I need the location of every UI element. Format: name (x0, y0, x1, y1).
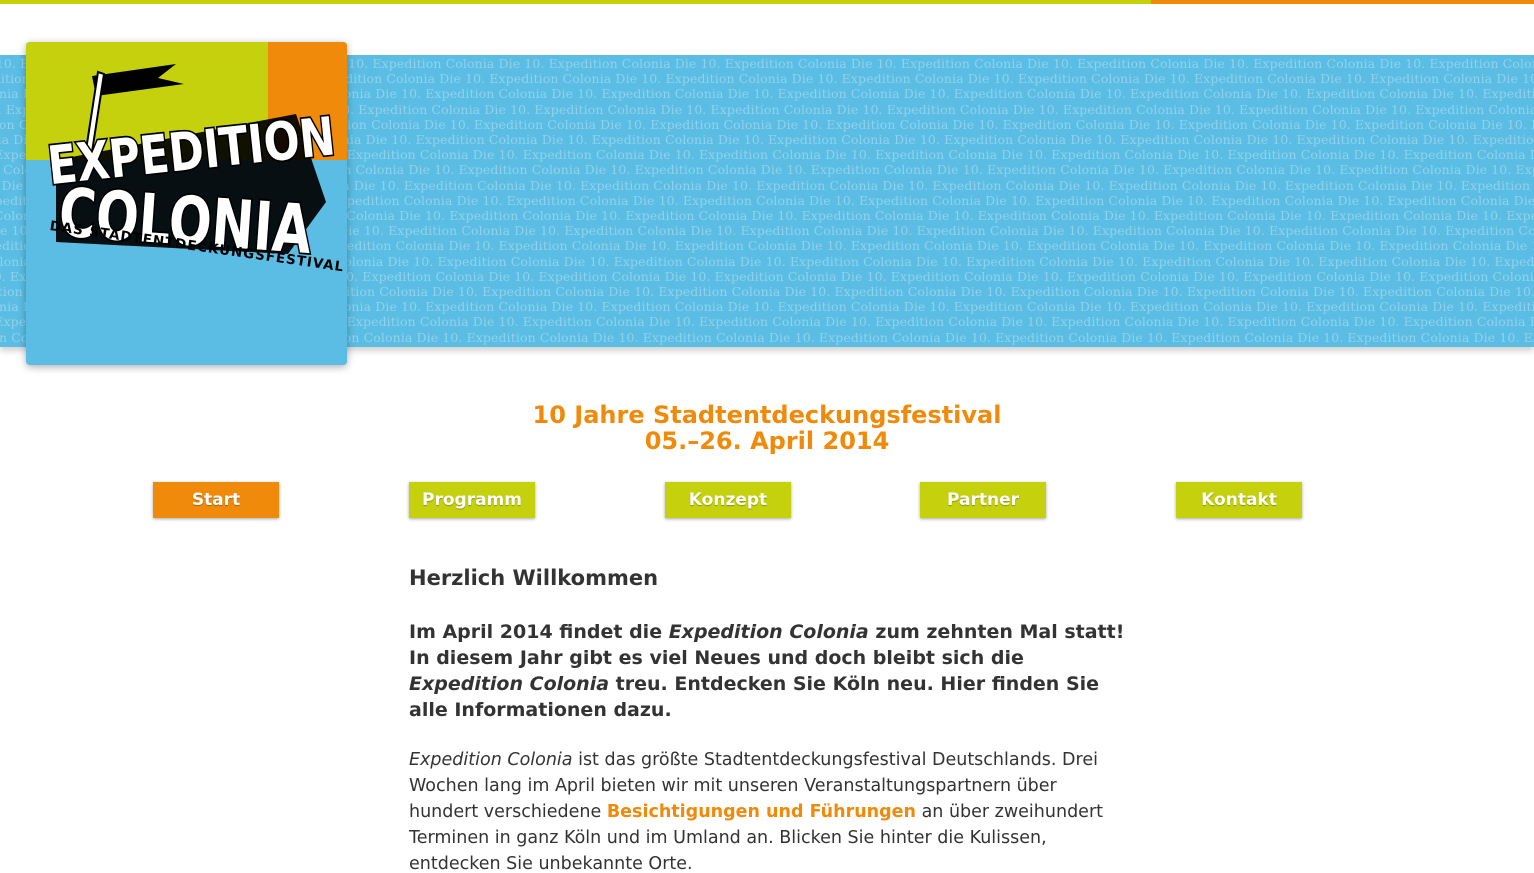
lead-emphasis-2: Expedition Colonia (409, 673, 610, 695)
intro-body: Expedition Colonia ist das größte Stadte… (409, 747, 1129, 873)
lead-emphasis-1: Expedition Colonia (668, 621, 869, 643)
festival-headline: 10 Jahre Stadtentdeckungsfestival 05.–26… (0, 402, 1534, 454)
top-accent-bar (0, 0, 1534, 4)
top-bar-green-segment (0, 0, 1151, 4)
nav-partner[interactable]: Partner (920, 482, 1046, 518)
nav-konzept[interactable]: Konzept (665, 482, 791, 518)
headline-line2: 05.–26. April 2014 (644, 427, 890, 455)
logo-graphic: EXPEDITION COLONIA DAS STADTENTDECKUNGSF… (26, 42, 347, 365)
main-nav: Start Programm Konzept Partner Kontakt (0, 482, 1534, 520)
top-bar-orange-segment (1151, 0, 1534, 4)
headline-line1: 10 Jahre Stadtentdeckungsfestival (532, 401, 1002, 429)
page-title: Herzlich Willkommen (409, 566, 659, 590)
lead-text-1: Im April 2014 findet die (409, 621, 669, 643)
intro-lead: Im April 2014 findet die Expedition Colo… (409, 619, 1129, 723)
festival-logo[interactable]: EXPEDITION COLONIA DAS STADTENTDECKUNGSF… (26, 42, 347, 365)
tours-link[interactable]: Besichtigungen und Führungen (607, 802, 916, 822)
nav-kontakt[interactable]: Kontakt (1176, 482, 1302, 518)
nav-programm[interactable]: Programm (409, 482, 535, 518)
body-emphasis: Expedition Colonia (409, 750, 573, 770)
main-content: Herzlich Willkommen Im April 2014 findet… (409, 562, 1129, 873)
nav-start[interactable]: Start (153, 482, 279, 518)
page: Die 10. Expedition Colonia Die 10. Exped… (0, 0, 1534, 873)
